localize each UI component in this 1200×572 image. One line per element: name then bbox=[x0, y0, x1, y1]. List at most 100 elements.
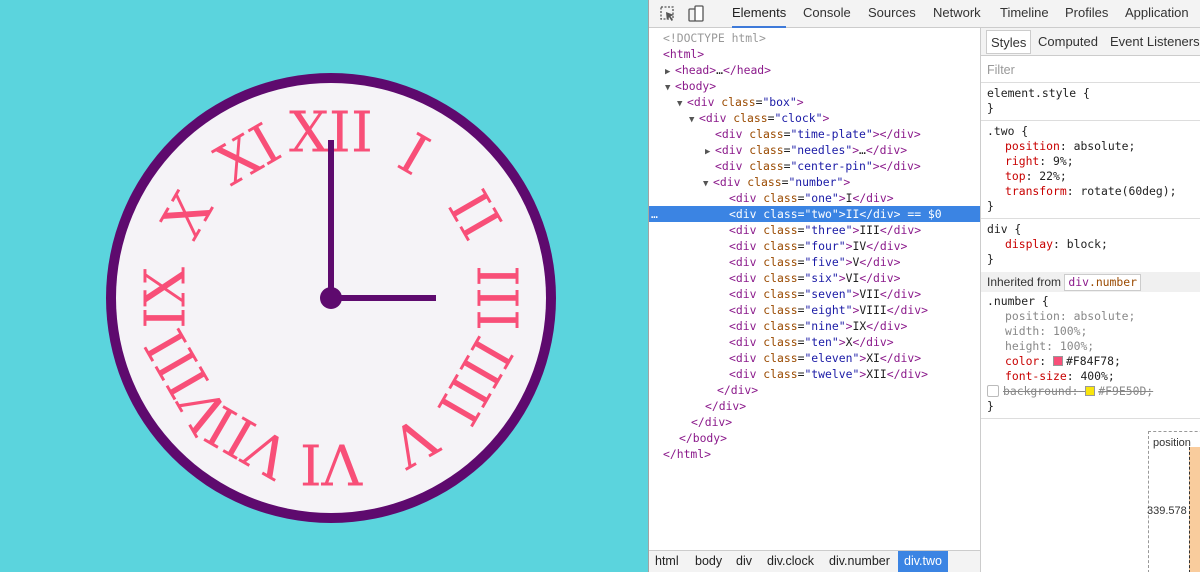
prop-value: block; bbox=[1066, 237, 1108, 251]
tab-console[interactable]: Console bbox=[803, 0, 851, 28]
tab-timeline[interactable]: Timeline bbox=[1000, 0, 1049, 28]
tree-line-clock[interactable]: ▼ <div class="clock"> bbox=[649, 110, 980, 126]
node-text: XII bbox=[866, 367, 887, 381]
device-mode-icon[interactable] bbox=[687, 5, 705, 23]
box-model-label: position bbox=[1153, 437, 1191, 449]
css-declaration[interactable]: height: 100%; bbox=[981, 339, 1200, 354]
tab-network[interactable]: Network bbox=[933, 0, 981, 28]
tab-application[interactable]: Application bbox=[1125, 0, 1189, 28]
close-brace: } bbox=[987, 252, 994, 266]
tag-close-div: /div bbox=[866, 255, 894, 269]
styles-pane: Styles Computed Event Listeners Filter e… bbox=[980, 28, 1200, 572]
inherited-element-link[interactable]: div.number bbox=[1064, 274, 1141, 291]
prop-name: position bbox=[1005, 139, 1060, 153]
tab-sources[interactable]: Sources bbox=[868, 0, 916, 28]
attr-name: class bbox=[763, 287, 798, 301]
tree-line-body[interactable]: ▼ <body> bbox=[649, 78, 980, 94]
attr-value: "ten" bbox=[804, 335, 839, 349]
attr-value: "one" bbox=[804, 191, 839, 205]
tab-elements[interactable]: Elements bbox=[732, 0, 787, 28]
css-declaration[interactable]: position: absolute; bbox=[981, 309, 1200, 324]
attr-name: class bbox=[763, 207, 798, 221]
breadcrumb-div[interactable]: div bbox=[730, 551, 758, 572]
css-declaration[interactable]: top: 22%; bbox=[981, 169, 1200, 184]
tree-line-number-child[interactable]: <div class="five">V</div> bbox=[649, 254, 980, 270]
attr-value: "number" bbox=[788, 175, 844, 189]
close-brace: } bbox=[987, 101, 994, 115]
tree-line-close-body[interactable]: </body> bbox=[649, 430, 980, 446]
attr-name: class bbox=[763, 303, 798, 317]
rule-two-selector[interactable]: .two { bbox=[981, 124, 1200, 139]
declaration-checkbox[interactable] bbox=[987, 385, 999, 397]
tree-line-close-box[interactable]: </div> bbox=[649, 414, 980, 430]
tree-line-number-child[interactable]: <div class="one">I</div> bbox=[649, 190, 980, 206]
attr-value: "six" bbox=[804, 271, 839, 285]
tree-line-child[interactable]: <div class="time-plate"></div> bbox=[649, 126, 980, 142]
tree-line-html[interactable]: <html> bbox=[649, 46, 980, 62]
tree-line-number-child[interactable]: <div class="eleven">XI</div> bbox=[649, 350, 980, 366]
css-declaration[interactable]: position: absolute; bbox=[981, 139, 1200, 154]
tag-div: div bbox=[735, 287, 757, 301]
css-declaration[interactable]: right: 9%; bbox=[981, 154, 1200, 169]
tag-close-div: /div bbox=[872, 143, 901, 157]
clock-numeral: VI bbox=[300, 431, 364, 496]
css-declaration[interactable]: transform: rotate(60deg); bbox=[981, 184, 1200, 199]
tree-line-number-child[interactable]: <div class="nine">IX</div> bbox=[649, 318, 980, 334]
rule-div-selector[interactable]: div { bbox=[981, 222, 1200, 237]
inherited-class: .number bbox=[1088, 275, 1137, 289]
breadcrumb-body[interactable]: body bbox=[689, 551, 728, 572]
prop-value: #F9E50D; bbox=[1098, 384, 1154, 398]
attr-name: class bbox=[763, 319, 798, 333]
tree-line-close-clock[interactable]: </div> bbox=[649, 398, 980, 414]
tree-line-close-html[interactable]: </html> bbox=[649, 446, 980, 462]
more-dots-icon[interactable]: … bbox=[651, 206, 658, 222]
declaration-background[interactable]: background: #F9E50D; bbox=[981, 384, 1200, 399]
color-swatch[interactable] bbox=[1085, 386, 1096, 396]
css-declaration[interactable]: display: block; bbox=[981, 237, 1200, 252]
tree-line-number-child[interactable]: <div class="six">VI</div> bbox=[649, 270, 980, 286]
tree-line-selected[interactable]: … <div class="two">II</div> == $0 bbox=[649, 206, 980, 222]
tab-event-listeners[interactable]: Event Listeners bbox=[1110, 30, 1200, 54]
tag-close-div: /div bbox=[893, 303, 922, 317]
tab-computed[interactable]: Computed bbox=[1038, 30, 1098, 54]
prop-name: transform bbox=[1005, 184, 1067, 198]
tree-line-doctype[interactable]: <!DOCTYPE html> bbox=[649, 30, 980, 46]
node-text: II bbox=[845, 207, 860, 221]
element-style-selector[interactable]: element.style { bbox=[981, 86, 1200, 101]
attr-value: "clock" bbox=[774, 111, 823, 125]
tree-line-number[interactable]: ▼ <div class="number"> bbox=[649, 174, 980, 190]
attr-name: class bbox=[749, 127, 784, 141]
tree-line-number-child[interactable]: <div class="four">IV</div> bbox=[649, 238, 980, 254]
styles-filter-input[interactable]: Filter bbox=[981, 57, 1200, 83]
tree-line-child[interactable]: ▶ <div class="needles">…</div> bbox=[649, 142, 980, 158]
tree-line-box[interactable]: ▼ <div class="box"> bbox=[649, 94, 980, 110]
tree-line-number-child[interactable]: <div class="twelve">XII</div> bbox=[649, 366, 980, 382]
tree-line-head[interactable]: ▶ <head>…</head> bbox=[649, 62, 980, 78]
clock-numeral: III bbox=[464, 265, 529, 331]
prop-value: 400%; bbox=[1080, 369, 1115, 383]
inspect-cursor-icon[interactable] bbox=[659, 5, 677, 23]
tag-close-div: /div bbox=[873, 239, 901, 253]
prop-name: font-size bbox=[1005, 369, 1067, 383]
attr-name: class bbox=[749, 159, 784, 173]
prop-name: display bbox=[1005, 237, 1054, 251]
tree-line-number-child[interactable]: <div class="seven">VII</div> bbox=[649, 286, 980, 302]
tree-line-close-number[interactable]: </div> bbox=[649, 382, 980, 398]
css-declaration[interactable]: font-size: 400%; bbox=[981, 369, 1200, 384]
breadcrumb-html[interactable]: html bbox=[649, 551, 685, 572]
box-model-value[interactable]: 339.578 bbox=[1147, 505, 1187, 517]
tree-line-number-child[interactable]: <div class="ten">X</div> bbox=[649, 334, 980, 350]
breadcrumb-div-clock[interactable]: div.clock bbox=[761, 551, 820, 572]
tree-line-number-child[interactable]: <div class="three">III</div> bbox=[649, 222, 980, 238]
rule-number-selector[interactable]: .number { bbox=[981, 294, 1200, 309]
css-declaration[interactable]: color: #F84F78; bbox=[981, 354, 1200, 369]
tree-line-number-child[interactable]: <div class="eight">VIII</div> bbox=[649, 302, 980, 318]
tab-styles[interactable]: Styles bbox=[986, 30, 1032, 54]
tag-close-html: /html bbox=[669, 447, 705, 461]
breadcrumb-div-number[interactable]: div.number bbox=[823, 551, 896, 572]
breadcrumb-div-two[interactable]: div.two bbox=[898, 551, 948, 572]
tab-profiles[interactable]: Profiles bbox=[1065, 0, 1108, 28]
css-declaration[interactable]: width: 100%; bbox=[981, 324, 1200, 339]
tree-line-child[interactable]: <div class="center-pin"></div> bbox=[649, 158, 980, 174]
color-swatch[interactable] bbox=[1053, 356, 1064, 366]
